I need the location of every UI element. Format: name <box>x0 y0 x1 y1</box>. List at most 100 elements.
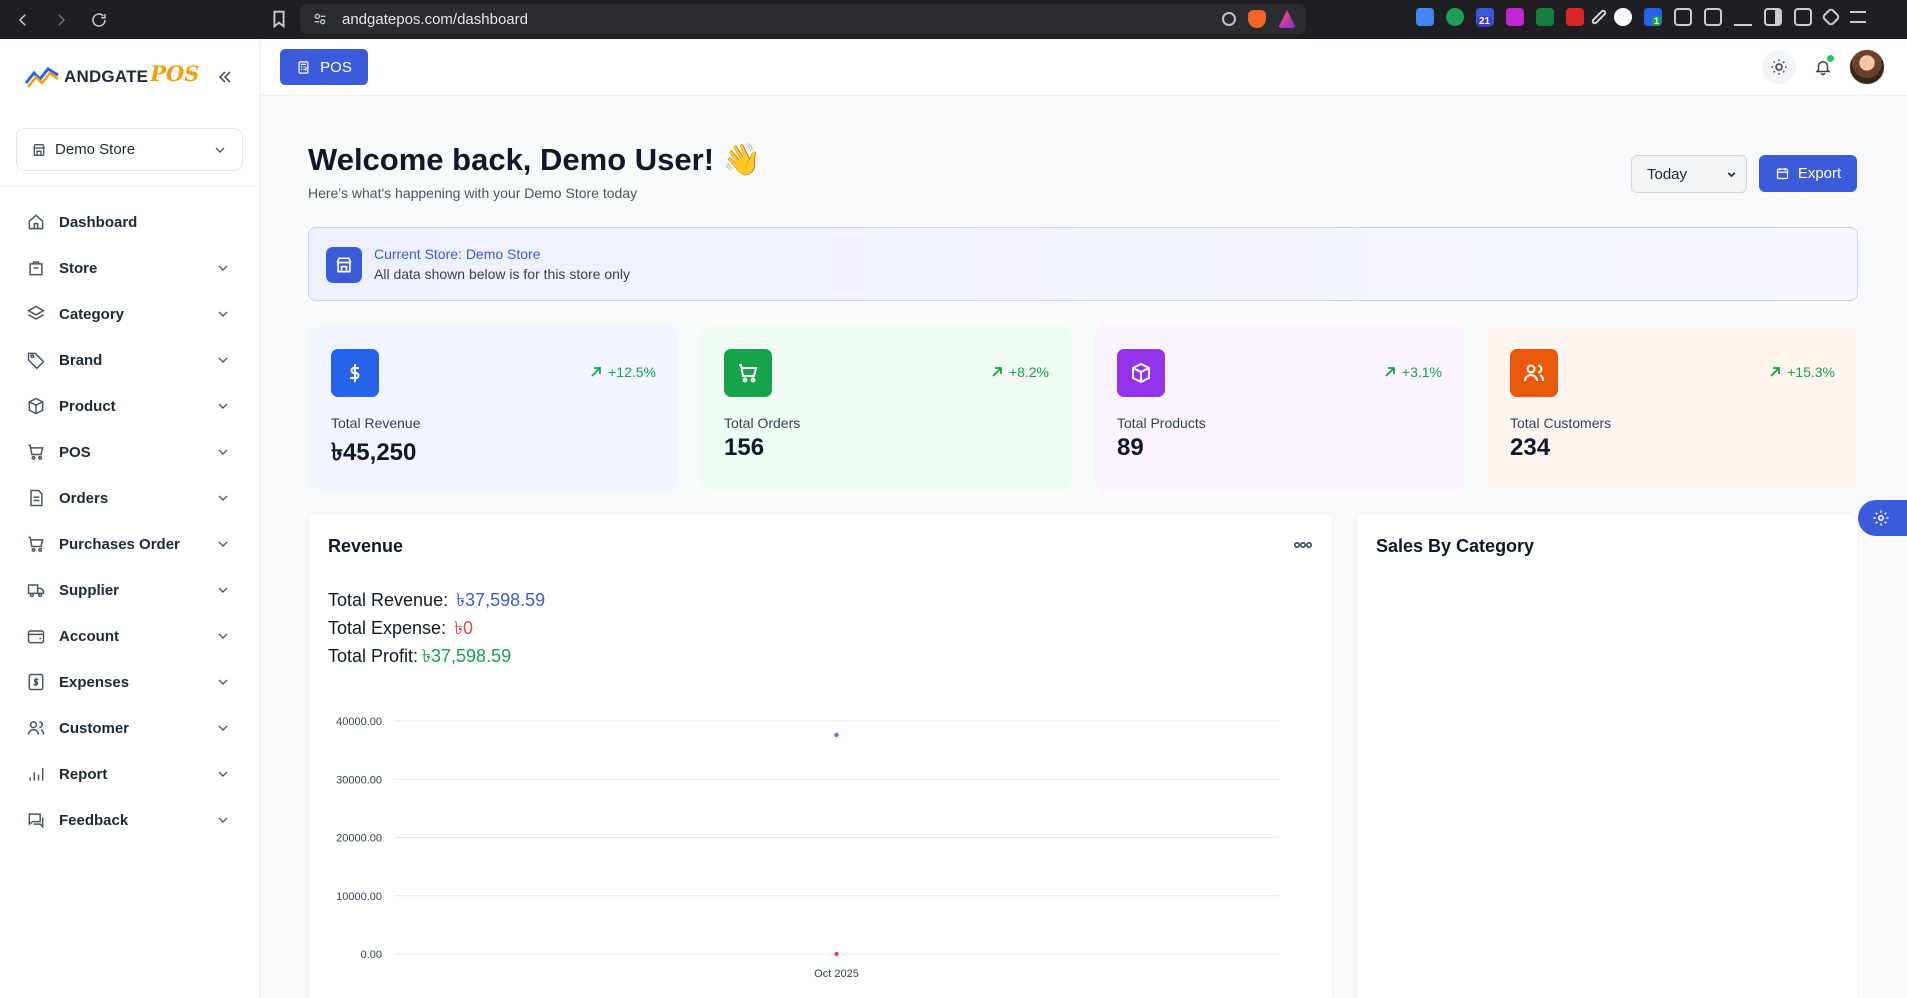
menu-icon[interactable] <box>1850 11 1866 23</box>
p-extension-icon[interactable] <box>1614 8 1632 26</box>
url-text[interactable]: andgatepos.com/dashboard <box>342 11 528 28</box>
page-title: Welcome back, Demo User! 👋 <box>308 142 762 177</box>
logo[interactable]: ANDGATE POS <box>0 39 259 115</box>
sidebar-item-label: POS <box>59 443 91 461</box>
badge-extension-icon[interactable]: 21 <box>1476 8 1494 27</box>
sidebar-item-supplier[interactable]: Supplier <box>0 567 259 613</box>
calendar-icon <box>1776 167 1788 180</box>
trend-up-icon <box>1385 367 1395 377</box>
reload-icon[interactable] <box>86 7 112 33</box>
back-icon[interactable] <box>10 7 36 33</box>
y-tick-label: 30000.00 <box>336 774 382 786</box>
tag-icon <box>27 352 45 370</box>
chevron-down-icon <box>218 679 228 685</box>
sidebar-item-brand[interactable]: Brand <box>0 337 259 383</box>
brave-rewards-icon[interactable] <box>1278 10 1296 28</box>
trend-up-icon <box>591 367 602 377</box>
export-button-label: Export <box>1797 165 1842 182</box>
page-subtitle: Here's what's happening with your Demo S… <box>308 185 638 201</box>
pos-button-label: POS <box>320 58 352 76</box>
stat-label: Total Revenue <box>331 415 421 431</box>
trend-up-icon <box>1770 367 1781 377</box>
cart-icon <box>724 349 772 397</box>
translate-extension-icon[interactable] <box>1416 8 1434 26</box>
puzzle-extensions-icon[interactable] <box>1674 8 1692 26</box>
data-point-series-1[interactable] <box>834 732 839 738</box>
truck-icon <box>27 584 45 598</box>
sheet-extension-icon[interactable] <box>1536 8 1554 26</box>
chevron-down-icon <box>218 587 228 593</box>
stat-card-total-revenue: +12.5% Total Revenue ৳45,250 <box>308 326 678 490</box>
code-extension-icon[interactable]: 1 <box>1644 8 1662 26</box>
date-range-select[interactable]: Today <box>1631 155 1747 193</box>
gear-icon <box>1873 510 1889 526</box>
bookmark-icon[interactable] <box>268 8 290 30</box>
sidebar-item-feedback[interactable]: Feedback <box>0 797 259 843</box>
store-selector-value: Demo Store <box>55 141 136 158</box>
sidebar-item-category[interactable]: Category <box>0 291 259 337</box>
export-button[interactable]: Export <box>1759 155 1857 192</box>
theme-toggle-button[interactable] <box>1762 50 1796 84</box>
sidebar-item-report[interactable]: Report <box>0 751 259 797</box>
chevron-down-icon <box>218 633 228 639</box>
sidebar-item-product[interactable]: Product <box>0 383 259 429</box>
sidebar-item-label: Brand <box>59 351 103 369</box>
chevron-down-icon <box>218 311 228 317</box>
video-extension-icon[interactable] <box>1566 8 1584 26</box>
dollar-icon <box>331 349 379 397</box>
sidebar-item-label: Dashboard <box>59 213 138 231</box>
sidebar-item-customer[interactable]: Customer <box>0 705 259 751</box>
address-bar[interactable]: andgatepos.com/dashboard <box>300 4 1306 34</box>
banner-subtitle: All data shown below is for this store o… <box>374 266 631 282</box>
avatar[interactable] <box>1849 49 1885 85</box>
download-icon[interactable] <box>1734 8 1752 26</box>
stat-value: 89 <box>1117 434 1144 461</box>
key-icon[interactable] <box>1222 12 1236 26</box>
banner-title: Current Store: Demo Store <box>374 246 541 262</box>
data-point-series-2[interactable] <box>834 951 839 957</box>
settings-button[interactable] <box>1858 500 1907 536</box>
notifications-button[interactable] <box>1806 50 1840 84</box>
eyedropper-extension-icon[interactable] <box>1590 8 1608 26</box>
logo-pos-text: POS <box>150 60 200 86</box>
screenshot-extension-icon[interactable] <box>1704 8 1722 26</box>
sidebar-item-label: Feedback <box>59 811 129 829</box>
sidebar-item-purchases-order[interactable]: Purchases Order <box>0 521 259 567</box>
leo-ai-icon[interactable] <box>1821 7 1841 27</box>
site-settings-icon[interactable] <box>312 11 328 27</box>
sidebar-item-pos[interactable]: POS <box>0 429 259 475</box>
sales-by-category-panel: Sales By Category <box>1356 513 1858 998</box>
y-tick-label: 20000.00 <box>336 833 382 845</box>
stat-card-total-orders: +8.2% Total Orders 156 <box>701 326 1071 490</box>
users-icon <box>1510 349 1558 397</box>
revenue-chart: 40000.00 30000.00 20000.00 10000.00 0.00 Oct … <box>336 716 1279 980</box>
brave-shield-icon[interactable] <box>1248 10 1266 28</box>
collapse-sidebar-icon[interactable] <box>215 67 235 87</box>
logo-text: ANDGATE <box>64 67 149 86</box>
record-extension-icon[interactable] <box>1446 8 1464 26</box>
chevron-down-icon <box>1727 172 1736 178</box>
date-range-value: Today <box>1647 165 1688 183</box>
stat-trend-value: +12.5% <box>608 364 656 380</box>
pos-button[interactable]: POS <box>280 49 368 85</box>
chevron-down-icon <box>218 495 228 501</box>
receipt-icon <box>28 673 44 691</box>
sidebar-item-dashboard[interactable]: Dashboard <box>0 199 259 245</box>
sidebar-item-label: Product <box>59 397 116 415</box>
chevron-down-icon <box>218 817 228 823</box>
sidebar-item-orders[interactable]: Orders <box>0 475 259 521</box>
sales-by-category-title: Sales By Category <box>1376 536 1535 556</box>
store-icon <box>31 142 47 158</box>
wallet-icon[interactable] <box>1794 8 1812 26</box>
sidebar-divider <box>0 186 259 187</box>
store-selector[interactable]: Demo Store <box>16 128 243 171</box>
ublock-extension-icon[interactable] <box>1506 8 1524 26</box>
sidebar-item-account[interactable]: Account <box>0 613 259 659</box>
forward-icon[interactable] <box>48 7 74 33</box>
stat-trend-value: +8.2% <box>1008 364 1049 380</box>
sidebar-item-store[interactable]: Store <box>0 245 259 291</box>
sidebar-toggle-icon[interactable] <box>1764 8 1782 26</box>
sidebar-item-label: Expenses <box>59 673 130 691</box>
sidebar-item-expenses[interactable]: Expenses <box>0 659 259 705</box>
current-store-banner: Current Store: Demo Store All data shown… <box>308 227 1858 301</box>
